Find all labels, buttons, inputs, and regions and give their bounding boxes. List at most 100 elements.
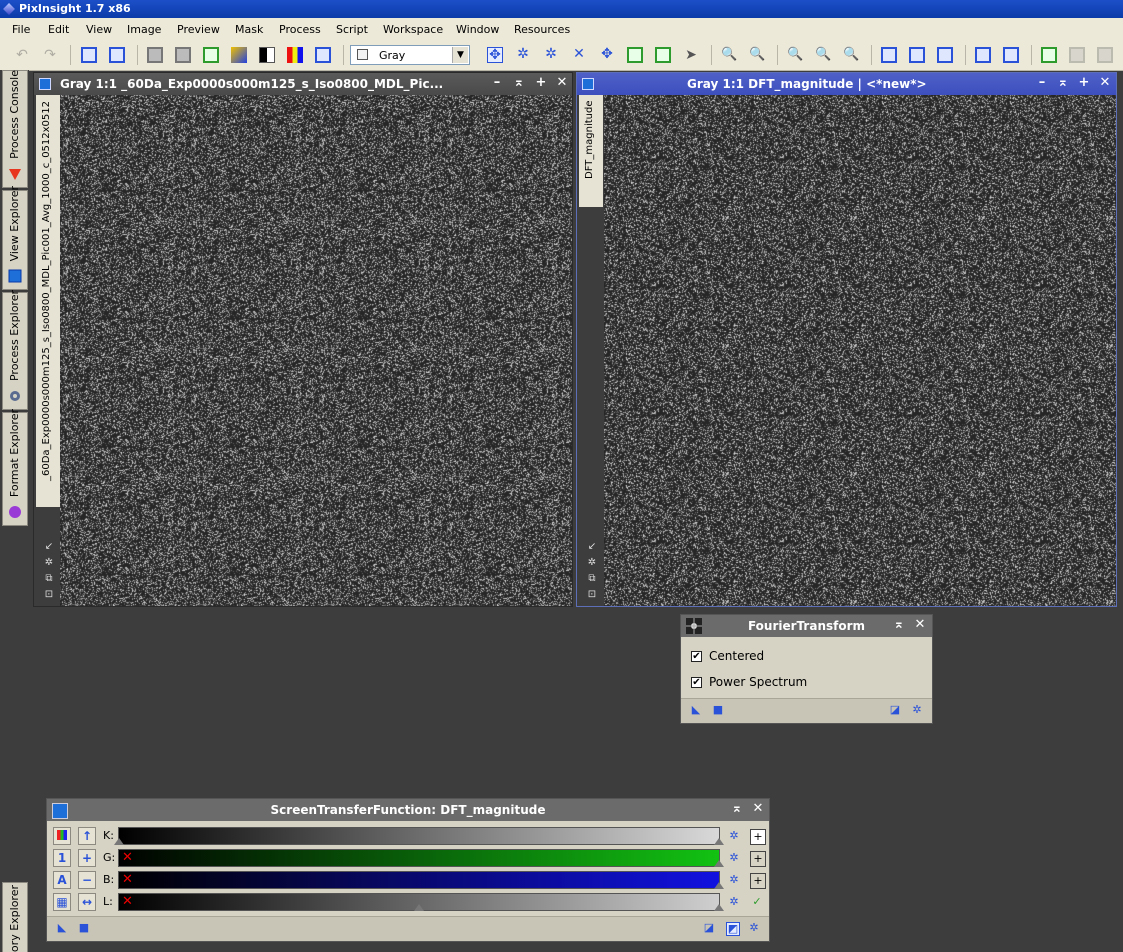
window-title-bar[interactable]: Gray 1:1 _60Da_Exp0000s000m125_s_Iso0800… [34,73,572,95]
dialog-title-bar[interactable]: ScreenTransferFunction: DFT_magnitude ⌅ … [47,799,769,821]
menu-window[interactable]: Window [456,23,499,36]
full-screen-icon[interactable] [975,47,991,63]
edit-workspace-icon[interactable] [1069,47,1085,63]
tab-process-explorer[interactable]: Process Explorer [2,290,28,410]
resize-icon[interactable]: ↙ [43,541,55,553]
fit-icon[interactable]: ⊡ [586,589,598,601]
one-to-one-icon[interactable]: 1 [53,849,71,867]
screen-transfer-function-dialog[interactable]: ScreenTransferFunction: DFT_magnitude ⌅ … [46,798,770,942]
power-spectrum-checkbox[interactable]: ✔ [691,677,702,688]
edit-preview-icon[interactable] [655,47,671,63]
chevron-down-icon[interactable]: ▼ [452,47,468,63]
tab-view-explorer[interactable]: View Explorer [2,186,28,290]
minimize-icon[interactable]: – [1034,75,1050,91]
close-icon[interactable]: ✕ [750,801,766,817]
identifier-icon[interactable] [81,47,97,63]
image-left-icon[interactable] [147,47,163,63]
redo-icon[interactable]: ↷ [42,47,58,63]
view-id-tab[interactable]: DFT_magnitude [579,95,603,207]
new-instance-icon[interactable]: ◣ [690,704,702,716]
zoom-2-1-icon[interactable]: 🔍 [843,47,859,63]
readout-mode-icon[interactable]: ✥ [487,47,503,63]
reset-channel-icon[interactable]: ✲ [727,851,741,865]
undo-icon[interactable]: ↶ [14,47,30,63]
minimize-icon[interactable]: – [489,75,505,91]
slider-k[interactable] [114,827,724,845]
new-image-icon[interactable] [203,47,219,63]
add-icon[interactable]: + [750,873,766,889]
color-mode-icon[interactable] [231,47,247,63]
shade-icon[interactable]: ⌅ [1055,75,1071,91]
preview-icon[interactable]: ⧉ [586,573,598,585]
image-canvas-source[interactable] [60,95,572,606]
menu-image[interactable]: Image [127,23,161,36]
stf-icon[interactable] [315,47,331,63]
clone-view-icon[interactable] [109,47,125,63]
rgb-channels-icon[interactable] [287,47,303,63]
documentation-icon[interactable]: ◪ [889,704,901,716]
fit-icon[interactable]: ⊡ [43,589,55,601]
zoom-minus-icon[interactable]: − [78,871,96,889]
apply-icon[interactable]: ■ [78,922,90,934]
maximize-icon[interactable]: + [1076,75,1092,91]
pan-mode-icon[interactable]: ✥ [599,47,615,63]
reset-channel-icon[interactable]: ✲ [727,873,741,887]
image-canvas-dft[interactable] [604,95,1116,606]
grayscale-icon[interactable] [259,47,275,63]
new-workspace-icon[interactable] [1041,47,1057,63]
maximize-all-icon[interactable] [1003,47,1019,63]
zoom-plus-icon[interactable]: + [78,849,96,867]
documentation-icon[interactable]: ◪ [703,922,715,934]
auto-stretch-icon[interactable]: ✲ [43,557,55,569]
link-channels-icon[interactable] [53,827,71,845]
view-id-tab[interactable]: _60Da_Exp0000s000m125_s_Iso0800_MDL_Pic0… [36,95,60,507]
reset-channel-icon[interactable]: ✲ [727,895,741,909]
zoom-fit-icon[interactable]: ✲ [515,47,531,63]
shade-icon[interactable]: ⌅ [511,75,527,91]
pointer-icon[interactable]: ➤ [683,47,699,63]
zoom-1-2-icon[interactable]: 🔍 [815,47,831,63]
window-title-bar[interactable]: Gray 1:1 DFT_magnitude | <*new*> – ⌅ + ✕ [577,73,1116,95]
menu-resources[interactable]: Resources [514,23,570,36]
image-window-dft[interactable]: Gray 1:1 DFT_magnitude | <*new*> – ⌅ + ✕… [576,72,1117,607]
add-icon[interactable]: + [750,829,766,845]
reset-icon[interactable]: ✲ [911,704,923,716]
slider-b[interactable]: ✕ [118,871,724,889]
highlights-handle[interactable] [714,838,724,845]
shade-icon[interactable]: ⌅ [891,617,907,633]
shadows-handle[interactable] [114,838,124,845]
centered-checkbox[interactable]: ✔ [691,651,702,662]
preview-icon[interactable]: ⧉ [43,573,55,585]
menu-workspace[interactable]: Workspace [383,23,443,36]
maximize-icon[interactable]: + [533,75,549,91]
horizontal-arrows-icon[interactable]: ↔ [78,893,96,911]
close-icon[interactable]: ✕ [554,75,570,91]
new-instance-icon[interactable]: ◣ [56,922,68,934]
close-workspace-icon[interactable] [1097,47,1113,63]
zoom-in-icon[interactable]: 🔍 [721,47,737,63]
menu-file[interactable]: File [12,23,30,36]
menu-edit[interactable]: Edit [48,23,69,36]
shade-icon[interactable]: ⌅ [729,801,745,817]
new-preview-icon[interactable] [627,47,643,63]
resize-icon[interactable]: ↙ [586,541,598,553]
add-icon[interactable]: + [750,851,766,867]
tab-format-explorer[interactable]: Format Explorer [2,409,28,526]
zoom-out-icon[interactable]: 🔍 [749,47,765,63]
tile-icon[interactable] [937,47,953,63]
close-icon[interactable]: ✕ [1097,75,1113,91]
fourier-transform-dialog[interactable]: FourierTransform ⌅ ✕ ✔ Centered ✔ Power … [680,614,933,724]
check-icon[interactable]: ✓ [750,895,764,909]
grid-icon[interactable]: ▦ [53,893,71,911]
highlights-handle[interactable] [714,904,724,911]
menu-preview[interactable]: Preview [177,23,220,36]
menu-mask[interactable]: Mask [235,23,263,36]
menu-script[interactable]: Script [336,23,368,36]
highlights-handle[interactable] [714,860,724,867]
close-icon[interactable]: ✕ [912,617,928,633]
reset-icon[interactable]: ✲ [748,922,760,934]
fit-window-icon[interactable] [881,47,897,63]
slider-g[interactable]: ✕ [118,849,724,867]
tab-process-console[interactable]: Process Console [2,70,28,188]
slider-l[interactable]: ✕ [118,893,724,911]
